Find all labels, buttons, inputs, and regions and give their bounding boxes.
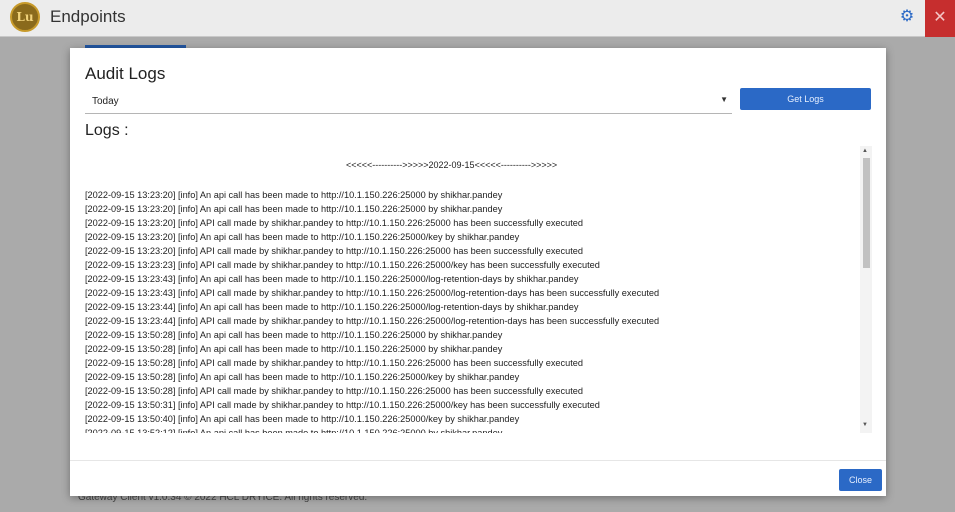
log-line: [2022-09-15 13:50:28] [info] An api call… xyxy=(85,372,520,382)
log-output[interactable]: <<<<<---------->>>>>2022-09-15<<<<<-----… xyxy=(85,146,872,433)
get-logs-button[interactable]: Get Logs xyxy=(740,88,871,110)
gear-icon[interactable]: ⚙ xyxy=(899,9,915,25)
log-line: [2022-09-15 13:50:28] [info] An api call… xyxy=(85,330,503,340)
log-line: [2022-09-15 13:23:20] [info] API call ma… xyxy=(85,218,583,228)
close-button[interactable]: Close xyxy=(839,469,882,491)
log-line: [2022-09-15 13:23:20] [info] An api call… xyxy=(85,232,520,242)
page-title: Endpoints xyxy=(50,7,126,26)
scroll-down-icon[interactable]: ▼ xyxy=(862,422,868,428)
log-line: [2022-09-15 13:50:28] [info] An api call… xyxy=(85,344,503,354)
scroll-thumb[interactable] xyxy=(863,158,870,268)
log-lines: [2022-09-15 13:23:20] [info] An api call… xyxy=(85,188,855,433)
audit-logs-dialog: Audit Logs Today ▼ Get Logs Logs : <<<<<… xyxy=(70,48,886,496)
log-line: [2022-09-15 13:23:43] [info] API call ma… xyxy=(85,288,660,298)
log-line: [2022-09-15 13:50:28] [info] API call ma… xyxy=(85,386,583,396)
date-range-value: Today xyxy=(92,96,119,107)
log-line: [2022-09-15 13:50:40] [info] An api call… xyxy=(85,414,520,424)
log-line: [2022-09-15 13:23:20] [info] An api call… xyxy=(85,190,503,200)
log-line: [2022-09-15 13:23:44] [info] An api call… xyxy=(85,302,579,312)
dialog-title: Audit Logs xyxy=(85,64,166,83)
log-line: [2022-09-15 13:50:28] [info] API call ma… xyxy=(85,358,583,368)
app-logo: Lu xyxy=(10,2,40,32)
close-icon[interactable]: ✕ xyxy=(925,0,955,37)
chevron-down-icon: ▼ xyxy=(720,95,728,104)
log-line: [2022-09-15 13:23:20] [info] An api call… xyxy=(85,204,503,214)
log-line: [2022-09-15 13:23:23] [info] API call ma… xyxy=(85,260,600,270)
log-line: [2022-09-15 13:50:31] [info] API call ma… xyxy=(85,400,600,410)
logs-heading: Logs : xyxy=(85,122,129,139)
date-range-select[interactable]: Today ▼ xyxy=(85,92,732,114)
app-header: Lu Endpoints ⚙ ✕ xyxy=(0,0,955,37)
scroll-up-icon[interactable]: ▲ xyxy=(862,148,868,154)
log-scrollbar[interactable]: ▲ ▼ xyxy=(860,146,872,433)
dialog-divider xyxy=(70,460,886,461)
log-line: [2022-09-15 13:23:44] [info] API call ma… xyxy=(85,316,660,326)
log-date-separator: <<<<<---------->>>>>2022-09-15<<<<<-----… xyxy=(346,160,558,170)
log-line: [2022-09-15 13:52:12] [info] An api call… xyxy=(85,428,503,433)
log-line: [2022-09-15 13:23:43] [info] An api call… xyxy=(85,274,579,284)
log-line: [2022-09-15 13:23:20] [info] API call ma… xyxy=(85,246,583,256)
